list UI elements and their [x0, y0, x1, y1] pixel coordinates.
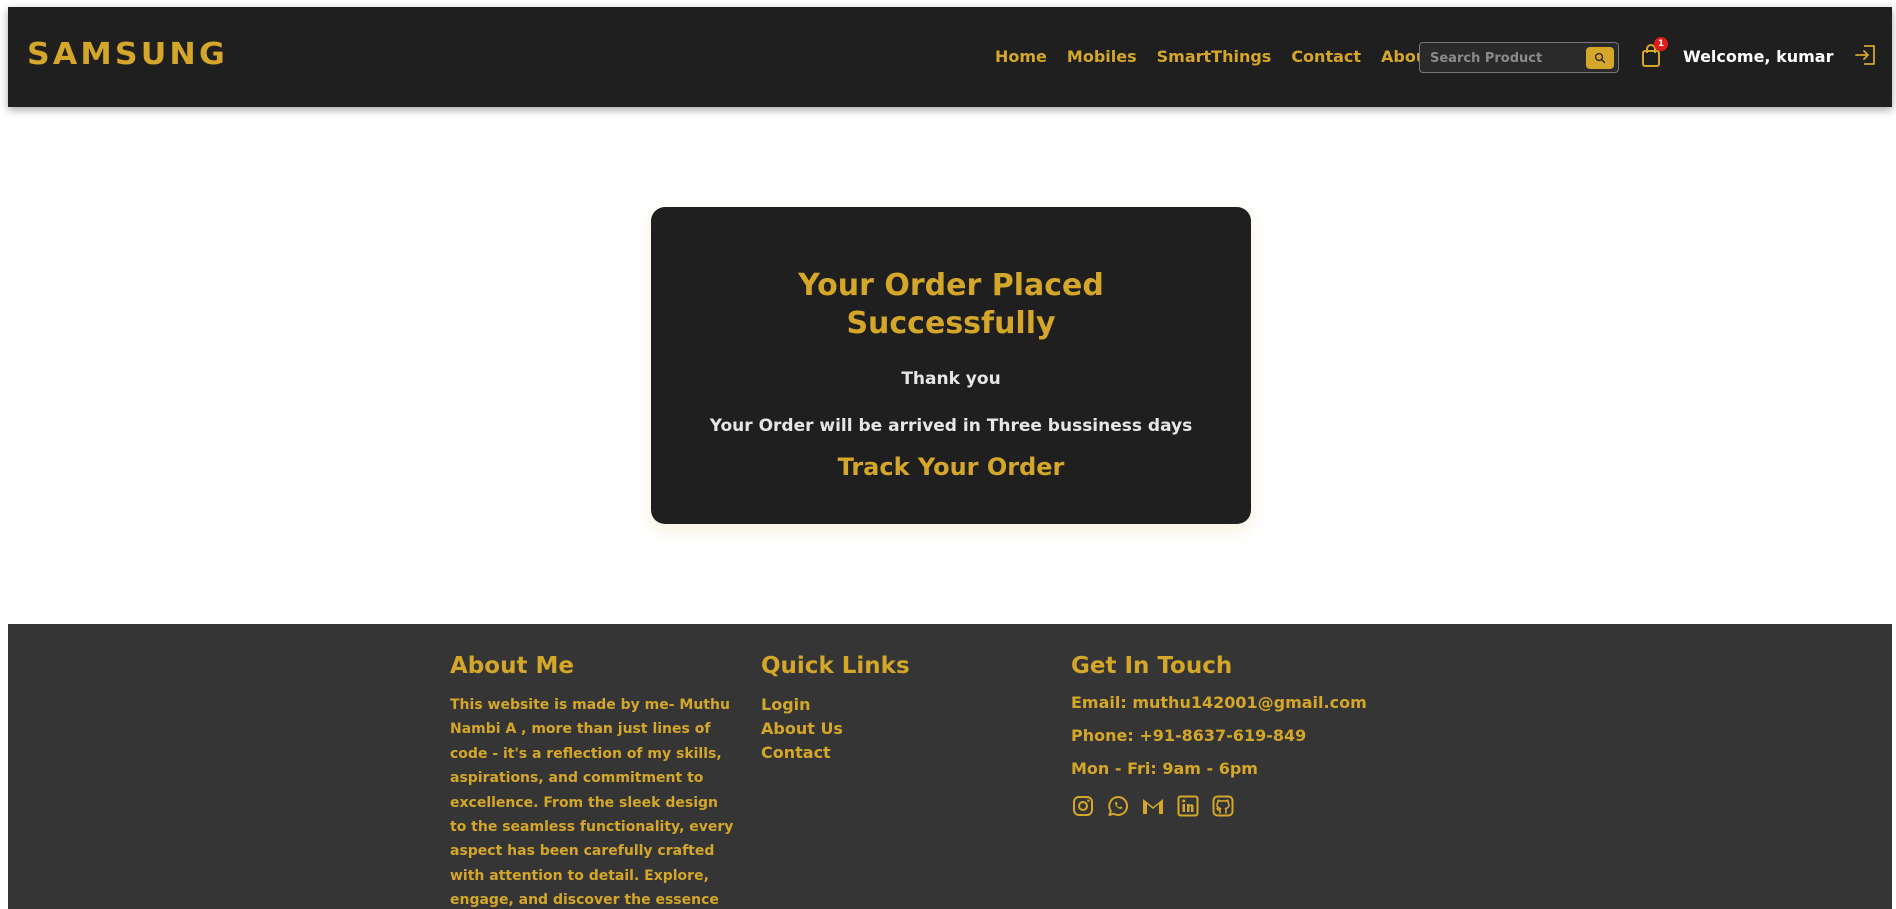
footer-about-text: This website is made by me- Muthu Nambi … [450, 697, 734, 909]
footer-about: About Me This website is made by me- Mut… [450, 653, 737, 909]
track-order-link[interactable]: Track Your Order [651, 453, 1251, 481]
order-success-card: Your Order Placed Successfully Thank you… [651, 207, 1251, 524]
footer-phone: Phone: +91-8637-619-849 [1071, 726, 1307, 745]
nav-link-smartthings[interactable]: SmartThings [1157, 47, 1272, 66]
welcome-text: Welcome, kumar [1683, 47, 1834, 66]
footer-quick-links: Quick Links Login About Us Contact [761, 653, 910, 765]
footer-hours: Mon - Fri: 9am - 6pm [1071, 759, 1258, 778]
logo[interactable]: SAMSUNG [27, 37, 228, 72]
footer-link-login[interactable]: Login [761, 693, 910, 717]
search-input[interactable] [1424, 46, 1582, 70]
footer: About Me This website is made by me- Mut… [8, 624, 1892, 909]
footer-contact-heading: Get In Touch [1071, 653, 1233, 679]
linkedin-icon[interactable] [1176, 794, 1200, 818]
delivery-message: Your Order will be arrived in Three buss… [709, 416, 1193, 436]
nav-links: Home Mobiles SmartThings Contact About [995, 47, 1455, 66]
thank-you-text: Thank you [901, 369, 1001, 389]
page: SAMSUNG Home Mobiles SmartThings Contact… [8, 7, 1892, 909]
github-icon[interactable] [1211, 794, 1235, 818]
footer-about-heading: About Me [450, 653, 574, 679]
nav-link-mobiles[interactable]: Mobiles [1067, 47, 1137, 66]
order-success-title-text: Your Order Placed Successfully [798, 268, 1104, 341]
instagram-icon[interactable] [1071, 794, 1095, 818]
navbar: SAMSUNG Home Mobiles SmartThings Contact… [8, 7, 1892, 107]
order-success-title: Your Order Placed Successfully [651, 267, 1251, 343]
cart-button[interactable]: 1 [1640, 37, 1668, 70]
nav-link-home[interactable]: Home [995, 47, 1047, 66]
social-links [1071, 794, 1367, 818]
logout-button[interactable] [1854, 43, 1878, 67]
whatsapp-icon[interactable] [1106, 794, 1130, 818]
search-box [1419, 42, 1619, 73]
search-icon [1594, 52, 1606, 64]
footer-contact: Get In Touch Email: muthu142001@gmail.co… [1071, 653, 1367, 818]
logout-icon [1855, 45, 1875, 65]
footer-email: Email: muthu142001@gmail.com [1071, 693, 1367, 712]
nav-link-contact[interactable]: Contact [1291, 47, 1361, 66]
cart-count-badge: 1 [1654, 37, 1668, 51]
footer-link-contact[interactable]: Contact [761, 741, 910, 765]
footer-quick-links-heading: Quick Links [761, 653, 910, 679]
search-button[interactable] [1586, 47, 1614, 69]
footer-link-about-us[interactable]: About Us [761, 717, 910, 741]
gmail-icon[interactable] [1141, 794, 1165, 818]
